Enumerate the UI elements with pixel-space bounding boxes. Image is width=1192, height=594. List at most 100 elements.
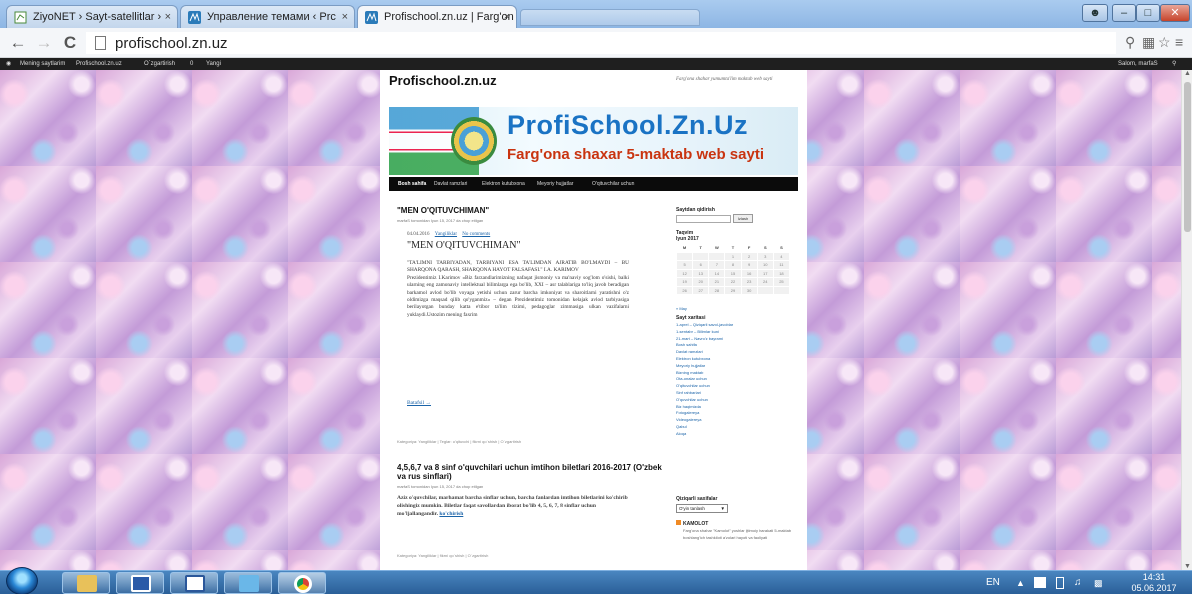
sitemap-link[interactable]: O'quvchilar uchun (676, 397, 794, 404)
calendar-day[interactable]: 22 (724, 277, 742, 287)
action-center-icon[interactable] (1034, 577, 1046, 588)
menu-item-state-symbols[interactable]: Davlat ramzlari (434, 177, 467, 191)
tab-close-icon[interactable]: × (165, 6, 171, 28)
scroll-down-icon[interactable]: ▼ (1183, 563, 1192, 570)
calendar-day[interactable]: 14 (708, 268, 726, 278)
calendar-day[interactable]: 15 (724, 268, 742, 278)
sitemap-link[interactable]: Fotogalereya (676, 410, 794, 417)
howdy-user-link[interactable]: Salom, marfaS (1118, 58, 1158, 70)
calendar-day[interactable]: 17 (756, 268, 774, 278)
read-more-link[interactable]: Batafsil → (407, 400, 431, 406)
new-tab-button[interactable] (520, 9, 700, 26)
tab-ziyonet[interactable]: ZiyoNET › Sayt-satellitlar › × (6, 5, 178, 28)
calendar-day[interactable]: 16 (740, 268, 758, 278)
translate-icon[interactable]: ▦ (1142, 34, 1155, 51)
new-content-link[interactable]: Yangi (206, 58, 221, 70)
calendar-day[interactable]: 13 (692, 268, 710, 278)
sitemap-link[interactable]: Videogalereya (676, 417, 794, 424)
site-title[interactable]: Profischool.zn.uz (389, 73, 497, 88)
taskbar-chrome[interactable] (278, 572, 326, 594)
volume-icon[interactable]: ♫ (1074, 571, 1082, 594)
network-signal-icon[interactable]: ▩ (1094, 571, 1103, 594)
site-name-link[interactable]: Profischool.zn.uz (76, 58, 122, 70)
sitemap-link[interactable]: O'qituvchilar uchun (676, 383, 794, 390)
calendar-day[interactable]: 5 (675, 260, 694, 270)
reload-icon[interactable]: C (60, 33, 80, 53)
calendar-day[interactable]: 2 (740, 251, 758, 261)
calendar-day[interactable]: 4 (772, 251, 791, 261)
minimize-button[interactable]: – (1112, 4, 1136, 22)
sitemap-link[interactable]: Biz haqimizda (676, 404, 794, 411)
zoom-icon[interactable]: ⚲ (1125, 34, 1135, 51)
edit-link[interactable]: O`zgartirish (144, 58, 175, 70)
sitemap-link[interactable]: Ota-onalar uchun (676, 376, 794, 383)
sitemap-link[interactable]: Davlat ramzlari (676, 349, 794, 356)
calendar-day[interactable]: 27 (692, 285, 710, 295)
sitemap-link[interactable]: Meyoriy hujjatlar (676, 363, 794, 370)
sitemap-link[interactable]: Elektron kutubxona (676, 356, 794, 363)
calendar-day[interactable]: 29 (724, 285, 742, 295)
taskbar-control-panel[interactable] (224, 572, 272, 594)
sitemap-link[interactable]: Aloqa (676, 431, 794, 438)
download-link[interactable]: ko'chirish (439, 511, 463, 517)
search-icon[interactable]: ⚲ (1172, 58, 1176, 70)
calendar-day[interactable]: 26 (675, 285, 694, 295)
sitemap-link[interactable]: Bizning maktab (676, 370, 794, 377)
calendar-day[interactable]: 10 (756, 260, 774, 270)
calendar-day[interactable]: 18 (772, 268, 791, 278)
calendar-day[interactable]: 9 (740, 260, 758, 270)
page-scrollbar[interactable]: ▲ ▼ (1181, 70, 1192, 570)
tab-close-icon[interactable]: × (504, 6, 510, 28)
category-link[interactable]: Yangiliklar (435, 232, 457, 237)
calendar-day[interactable]: 3 (756, 251, 774, 261)
tab-theme-manager[interactable]: Управление темами ‹ Prc × (180, 5, 355, 28)
search-input[interactable] (676, 215, 731, 223)
calendar-day[interactable]: 21 (708, 277, 726, 287)
comments-link[interactable]: No comments (462, 232, 490, 237)
calendar-day[interactable]: 11 (772, 260, 791, 270)
show-hidden-icons-icon[interactable]: ▲ (1016, 571, 1025, 594)
calendar-day[interactable]: 24 (756, 277, 774, 287)
sitemap-link[interactable]: 21-mart – Navro'z bayrami (676, 336, 794, 343)
calendar-day[interactable]: 12 (675, 268, 694, 278)
scroll-up-icon[interactable]: ▲ (1183, 70, 1192, 77)
menu-item-home[interactable]: Bosh sahifa (398, 177, 426, 191)
taskbar-clock[interactable]: 14:31 05.06.2017 (1122, 572, 1186, 594)
menu-icon[interactable]: ≡ (1175, 34, 1183, 50)
close-window-button[interactable]: ✕ (1160, 4, 1190, 22)
sitemap-link[interactable]: 1-sentabr – Bilimlar kuni (676, 329, 794, 336)
pages-select[interactable]: O'yin tanlash ▼ (676, 504, 728, 513)
bookmark-star-icon[interactable]: ☆ (1158, 34, 1171, 51)
start-button[interactable] (6, 567, 38, 594)
battery-icon[interactable] (1056, 577, 1064, 589)
taskbar-word[interactable] (170, 572, 218, 594)
post-title[interactable]: "MEN O'QITUVCHIMAN" (397, 206, 489, 215)
calendar-day[interactable]: 6 (692, 260, 710, 270)
menu-item-library[interactable]: Elektron kutubxona (482, 177, 525, 191)
post-title[interactable]: 4,5,6,7 va 8 sinf o'quvchilari uchun imt… (397, 463, 667, 481)
wordpress-logo-icon[interactable]: ◉ (6, 58, 11, 70)
my-sites-link[interactable]: Mening saytlarim (20, 58, 65, 70)
calendar-day[interactable]: 30 (740, 285, 758, 295)
scrollbar-thumb[interactable] (1184, 82, 1191, 232)
calendar-prev-link[interactable]: « May (676, 306, 687, 311)
tab-profischool[interactable]: Profischool.zn.uz | Farg'on × (357, 5, 517, 28)
sitemap-link[interactable]: 1-aprel – Qiziqarli savol-javoblar (676, 322, 794, 329)
calendar-day[interactable]: 20 (692, 277, 710, 287)
calendar-day[interactable]: 25 (772, 277, 791, 287)
calendar-day[interactable]: 8 (724, 260, 742, 270)
back-arrow-icon[interactable]: ← (8, 33, 28, 53)
calendar-day[interactable]: 7 (708, 260, 726, 270)
forward-arrow-icon[interactable]: → (34, 33, 54, 53)
sitemap-link[interactable]: Qabul (676, 424, 794, 431)
calendar-day[interactable]: 1 (724, 251, 742, 261)
menu-item-regulations[interactable]: Meyoriy hujjatlar (537, 177, 573, 191)
calendar-day[interactable]: 23 (740, 277, 758, 287)
taskbar-explorer[interactable] (62, 572, 110, 594)
maximize-button[interactable]: □ (1136, 4, 1160, 22)
comments-count[interactable]: 0 (190, 58, 193, 70)
user-profile-icon[interactable]: ☻ (1082, 4, 1108, 22)
menu-item-teachers[interactable]: O'qituvchilar uchun (592, 177, 634, 191)
sitemap-link[interactable]: Bosh sahifa (676, 342, 794, 349)
sitemap-link[interactable]: Sinf rahbarlari (676, 390, 794, 397)
